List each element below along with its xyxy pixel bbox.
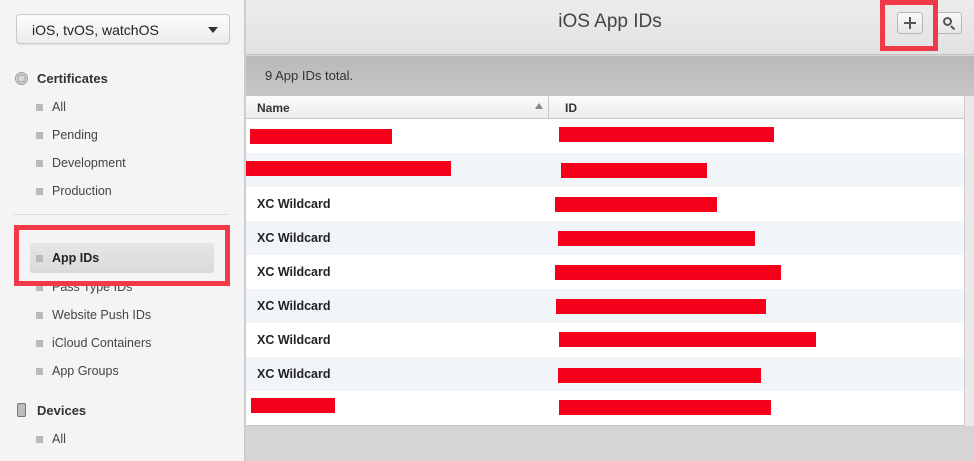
column-header-id[interactable]: ID [565, 101, 577, 115]
bullet-icon [36, 187, 43, 195]
search-icon [943, 17, 956, 31]
redacted-name [251, 398, 335, 413]
bullet-icon [36, 283, 43, 291]
sidebar-item-production[interactable]: Production [36, 181, 112, 201]
table-row[interactable]: XC Wildcard [246, 323, 964, 357]
redacted-name [246, 161, 451, 176]
redacted-id [561, 163, 707, 178]
add-button[interactable] [897, 12, 923, 34]
table-row[interactable] [246, 391, 964, 425]
table-row[interactable] [246, 153, 964, 187]
redacted-name [250, 129, 392, 144]
table-row[interactable]: XC Wildcard [246, 357, 964, 391]
section-title-certificates: Certificates [37, 70, 108, 86]
sidebar-item-label: App IDs [52, 251, 100, 265]
bullet-icon [36, 159, 43, 167]
sidebar-item-development[interactable]: Development [36, 153, 126, 173]
sidebar-item-app-ids[interactable]: App IDs [30, 243, 214, 273]
bullet-icon [36, 131, 43, 139]
row-name: XC Wildcard [257, 299, 331, 313]
scrollbar[interactable] [964, 96, 974, 426]
chevron-down-icon [208, 27, 218, 33]
table-row[interactable]: XC Wildcard [246, 255, 964, 289]
table-row[interactable]: XC Wildcard [246, 289, 964, 323]
sidebar-item-label: App Groups [52, 364, 119, 378]
redacted-id [559, 400, 771, 415]
row-name: XC Wildcard [257, 265, 331, 279]
sidebar-item-app-groups[interactable]: App Groups [36, 361, 119, 381]
redacted-id [558, 231, 755, 246]
main-panel: iOS App IDs 9 App IDs total. Name ID XC … [246, 0, 974, 461]
bullet-icon [36, 367, 43, 375]
table-header: Name ID [246, 96, 964, 119]
section-certificates: Certificates [14, 68, 108, 88]
column-separator [548, 96, 549, 119]
row-name: XC Wildcard [257, 333, 331, 347]
sidebar-item-label: All [52, 432, 66, 446]
sidebar-item-label: All [52, 100, 66, 114]
table-row[interactable]: XC Wildcard [246, 221, 964, 255]
page-title: iOS App IDs [558, 11, 662, 32]
sidebar-item-label: Production [52, 184, 112, 198]
redacted-id [555, 197, 717, 212]
sidebar-item-icloud-containers[interactable]: iCloud Containers [36, 333, 151, 353]
sidebar-item-website-push-ids[interactable]: Website Push IDs [36, 305, 151, 325]
sidebar-item-devices-all[interactable]: All [36, 429, 66, 449]
table-row[interactable] [246, 119, 964, 153]
section-title-devices: Devices [37, 402, 87, 418]
sidebar: iOS, tvOS, watchOS Certificates All Pend… [0, 0, 245, 461]
sidebar-item-pending[interactable]: Pending [36, 125, 98, 145]
platform-select-value: iOS, tvOS, watchOS [32, 22, 159, 38]
redacted-id [558, 368, 761, 383]
sidebar-item-label: Pass Type IDs [52, 280, 133, 294]
bullet-icon [36, 103, 43, 111]
sidebar-item-pass-type-ids[interactable]: Pass Type IDs [36, 277, 132, 297]
bullet-icon [36, 435, 43, 443]
app-ids-count: 9 App IDs total. [265, 68, 354, 83]
redacted-id [556, 299, 766, 314]
sidebar-divider [14, 214, 228, 215]
column-header-name[interactable]: Name [257, 101, 290, 115]
redacted-id [559, 332, 816, 347]
sidebar-item-label: Pending [52, 128, 98, 142]
count-bar: 9 App IDs total. [246, 56, 974, 96]
title-bar: iOS App IDs [246, 0, 974, 55]
platform-select[interactable]: iOS, tvOS, watchOS [16, 14, 230, 44]
bullet-icon [36, 254, 43, 262]
sort-ascending-icon[interactable] [535, 103, 543, 109]
section-devices: Devices [14, 400, 86, 420]
sidebar-item-label: Website Push IDs [52, 308, 152, 322]
table-row[interactable]: XC Wildcard [246, 187, 964, 221]
sidebar-item-label: Development [52, 156, 126, 170]
redacted-id [559, 127, 774, 142]
bullet-icon [36, 339, 43, 347]
search-button[interactable] [936, 12, 962, 34]
table-body: XC Wildcard XC Wildcard XC Wildcard XC W… [246, 119, 964, 425]
device-icon [14, 403, 28, 417]
bullet-icon [36, 311, 43, 319]
plus-icon [904, 17, 916, 29]
sidebar-item-certificates-all[interactable]: All [36, 97, 66, 117]
sidebar-item-label: iCloud Containers [52, 336, 152, 350]
certificate-icon [14, 71, 28, 85]
row-name: XC Wildcard [257, 231, 331, 245]
app-ids-table: Name ID XC Wildcard XC Wildcard XC Wildc… [246, 96, 964, 426]
row-name: XC Wildcard [257, 197, 331, 211]
row-name: XC Wildcard [257, 367, 331, 381]
redacted-id [555, 265, 781, 280]
